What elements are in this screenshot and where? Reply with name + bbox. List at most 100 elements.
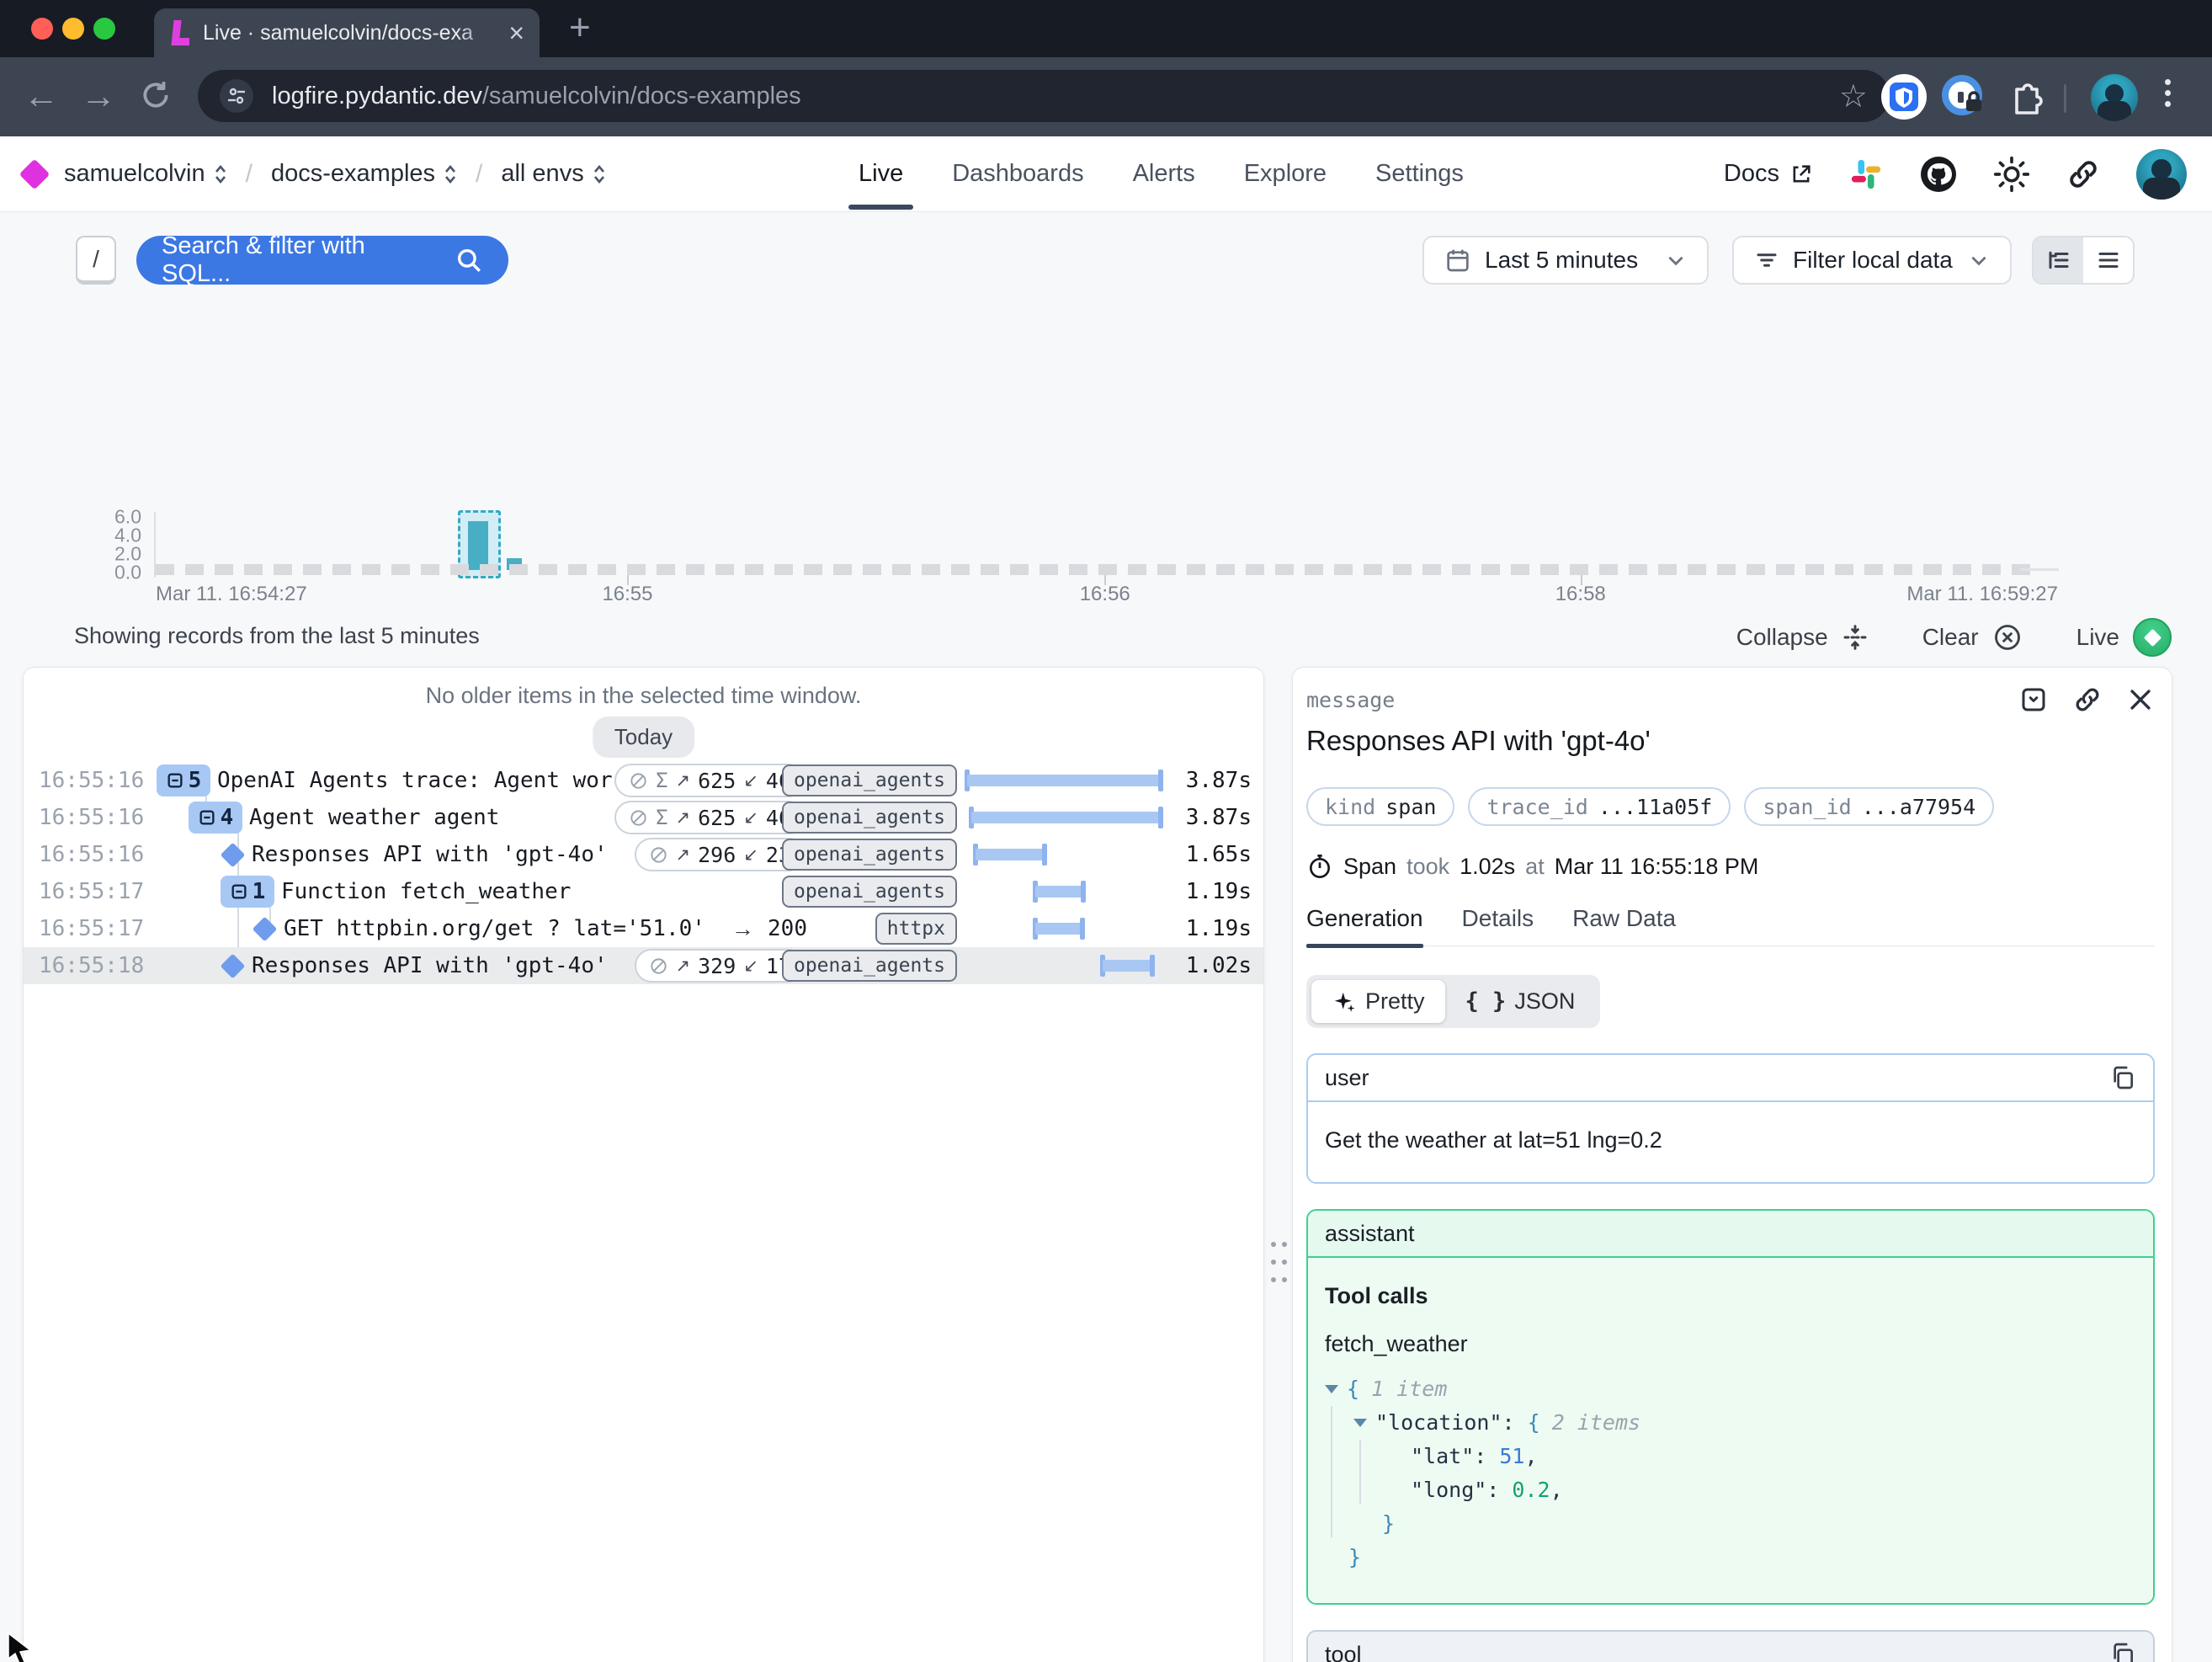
histogram-bar[interactable] [468, 521, 488, 570]
github-icon[interactable] [1919, 155, 1958, 194]
role-label: assistant [1325, 1221, 1415, 1247]
span-name: Agent weather agent [249, 805, 614, 830]
privacy-extension-icon[interactable] [1941, 74, 1986, 120]
sort-chevrons-icon [593, 163, 606, 185]
trace-row-selected[interactable]: 16:55:18 Responses API with 'gpt-4o' ↗32… [24, 947, 1263, 984]
scope-tag[interactable]: httpx [875, 913, 957, 945]
duration-bar [967, 801, 1161, 834]
reload-button[interactable] [140, 79, 172, 111]
forward-button[interactable]: → [81, 76, 116, 116]
new-tab-button[interactable]: + [569, 7, 591, 49]
close-icon[interactable] [2126, 685, 2155, 714]
trace-timestamp: 16:55:16 [39, 768, 157, 793]
scope-tag[interactable]: openai_agents [782, 876, 957, 908]
live-indicator-icon [2133, 618, 2172, 657]
tab-dashboards[interactable]: Dashboards [952, 160, 1083, 188]
tab-close-icon[interactable]: × [508, 19, 524, 46]
breadcrumb-org[interactable]: samuelcolvin [64, 160, 227, 188]
list-view-icon [2096, 248, 2121, 273]
tree-view-button[interactable] [2034, 237, 2083, 283]
trace-row[interactable]: 16:55:17 GET httpbin.org/get ? lat='51.0… [24, 910, 1263, 947]
token-icon [649, 956, 668, 976]
collapse-box-icon [166, 771, 184, 790]
tab-alerts[interactable]: Alerts [1133, 160, 1195, 188]
user-avatar[interactable] [2136, 149, 2187, 200]
local-filter-dropdown[interactable]: Filter local data [1732, 236, 2012, 285]
time-range-dropdown[interactable]: Last 5 minutes [1422, 236, 1709, 285]
tab-explore[interactable]: Explore [1244, 160, 1327, 188]
theme-toggle-sun-icon[interactable] [1993, 156, 2030, 193]
extensions-puzzle-icon[interactable] [2005, 76, 2045, 116]
logfire-logo-icon[interactable] [19, 158, 51, 189]
site-info-icon[interactable] [220, 79, 253, 113]
minimize-window-button[interactable] [62, 18, 84, 40]
scope-tag[interactable]: openai_agents [782, 802, 957, 834]
expand-chevron-icon[interactable] [1325, 1385, 1338, 1393]
histogram-plot[interactable] [156, 517, 2058, 570]
tab-details[interactable]: Details [1462, 905, 1534, 932]
scope-tag[interactable]: openai_agents [782, 839, 957, 871]
list-view-button[interactable] [2083, 237, 2133, 283]
save-archive-icon[interactable] [2018, 685, 2049, 715]
copy-icon[interactable] [2109, 1064, 2136, 1091]
trace-row[interactable]: 16:55:17 1 Function fetch_weather openai… [24, 873, 1263, 910]
share-link-icon[interactable] [2066, 157, 2101, 192]
x-tick-label: 16:56 [1080, 583, 1130, 606]
bookmark-star-icon[interactable]: ☆ [1839, 77, 1868, 115]
bitwarden-extension-icon[interactable] [1880, 73, 1928, 120]
span-id-pill[interactable]: span_id...a77954 [1744, 787, 1994, 826]
token-usage-badge: ↗329 ↙17 [635, 949, 806, 983]
browser-tab[interactable]: Live · samuelcolvin/docs-exa × [154, 8, 540, 57]
live-button[interactable]: Live [2076, 618, 2172, 657]
trace-list-panel: No older items in the selected time wind… [23, 667, 1264, 1662]
browser-profile-avatar[interactable] [2091, 74, 2138, 121]
sort-chevrons-icon [214, 163, 227, 185]
token-usage-badge: ↗296 ↙23 [635, 838, 806, 871]
tool-args-json-tree: {1 item "location": {2 items "lat": 51, … [1325, 1372, 2136, 1574]
close-window-button[interactable] [31, 18, 53, 40]
copy-icon[interactable] [2109, 1641, 2136, 1662]
docs-link[interactable]: Docs [1724, 160, 1813, 188]
tab-live[interactable]: Live [859, 160, 903, 188]
slash-shortcut-key: / [76, 236, 116, 285]
duration-text: 1.65s [1174, 842, 1252, 867]
tool-message-card: tool sunny [1306, 1630, 2155, 1662]
back-button[interactable]: ← [24, 76, 59, 116]
json-toggle-button[interactable]: { } JSON [1445, 980, 1596, 1023]
clear-button[interactable]: Clear [1922, 622, 2023, 653]
http-status: 200 [768, 916, 807, 941]
address-bar[interactable]: logfire.pydantic.dev/samuelcolvin/docs-e… [198, 70, 1890, 122]
token-icon [629, 808, 648, 828]
collapse-button[interactable]: Collapse [1736, 624, 1869, 651]
trace-id-pill[interactable]: trace_id...11a05f [1468, 787, 1731, 826]
maximize-window-button[interactable] [93, 18, 115, 40]
tab-generation[interactable]: Generation [1306, 905, 1423, 932]
breadcrumb-project[interactable]: docs-examples [271, 160, 457, 188]
copy-link-icon[interactable] [2072, 685, 2103, 715]
scope-tag[interactable]: openai_agents [782, 950, 957, 982]
search-button[interactable]: Search & filter with SQL... [136, 236, 508, 285]
collapse-count-badge[interactable]: 5 [157, 764, 210, 796]
collapse-count-badge[interactable]: 1 [221, 876, 274, 908]
trace-row[interactable]: 16:55:16 Responses API with 'gpt-4o' ↗29… [24, 836, 1263, 873]
span-name: Function fetch_weather [281, 879, 817, 904]
collapse-count-badge[interactable]: 4 [189, 802, 242, 834]
breadcrumb-env[interactable]: all envs [501, 160, 605, 188]
scope-tag[interactable]: openai_agents [782, 764, 957, 796]
browser-chrome: Live · samuelcolvin/docs-exa × + ← → [0, 0, 2212, 136]
tab-settings[interactable]: Settings [1375, 160, 1464, 188]
chevron-down-icon [1968, 249, 1990, 271]
trace-row[interactable]: 16:55:16 4 Agent weather agent Σ ↗625 ↙4… [24, 799, 1263, 836]
today-pill[interactable]: Today [593, 716, 694, 758]
tab-raw-data[interactable]: Raw Data [1572, 905, 1676, 932]
panel-resize-handle[interactable] [1269, 1238, 1288, 1286]
browser-menu-icon[interactable] [2165, 74, 2171, 112]
slack-icon[interactable] [1848, 157, 1884, 192]
search-icon [455, 246, 483, 274]
pretty-toggle-button[interactable]: Pretty [1311, 980, 1445, 1023]
duration-bar [967, 949, 1161, 983]
expand-chevron-icon[interactable] [1353, 1419, 1367, 1427]
role-label: tool [1325, 1642, 1362, 1662]
trace-row[interactable]: 16:55:16 5 OpenAI Agents trace: Agent wo… [24, 762, 1263, 799]
trace-timestamp: 16:55:16 [39, 805, 157, 830]
